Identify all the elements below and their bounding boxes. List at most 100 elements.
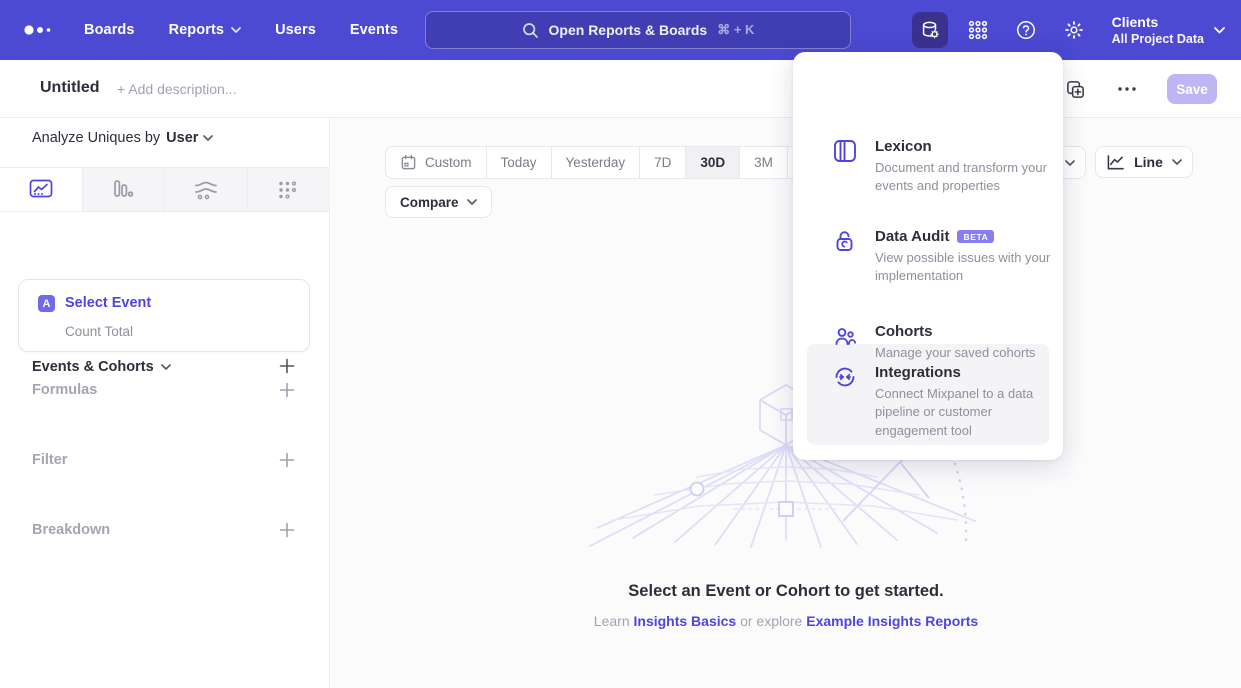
cohorts-description: Manage your saved cohorts: [875, 344, 1061, 362]
lexicon-icon: [832, 138, 858, 164]
report-title[interactable]: Untitled: [40, 79, 100, 97]
nav-item-reports[interactable]: Reports: [169, 22, 242, 38]
bar-chart-icon: [111, 179, 135, 201]
chart-type-label: Line: [1134, 154, 1163, 170]
events-cohorts-header[interactable]: Events & Cohorts: [32, 359, 171, 375]
menu-item-lexicon[interactable]: Lexicon Document and transform your even…: [793, 138, 1063, 196]
data-management-menu: Lexicon Document and transform your even…: [793, 52, 1063, 460]
plus-icon: [279, 382, 295, 398]
help-button[interactable]: [1008, 12, 1044, 48]
nav-item-boards[interactable]: Boards: [84, 22, 135, 38]
range-custom[interactable]: Custom: [386, 147, 487, 178]
duplicate-report-button[interactable]: [1063, 77, 1087, 101]
nav-links: Boards Reports Users Events: [84, 22, 398, 38]
formulas-label: Formulas: [32, 382, 97, 398]
cohorts-icon: [832, 323, 858, 349]
analyze-value-dropdown[interactable]: User: [166, 130, 213, 146]
menu-item-data-audit[interactable]: Data Audit BETA View possible issues with…: [793, 228, 1063, 286]
date-range-control: Custom Today Yesterday 7D 30D 3M 6M: [385, 146, 836, 179]
nav-item-users[interactable]: Users: [275, 22, 316, 38]
data-audit-title: Data Audit: [875, 228, 949, 245]
stacked-flow-icon: [193, 179, 219, 201]
tab-stacked-chart[interactable]: [164, 168, 247, 211]
nav-item-events-label: Events: [350, 22, 398, 38]
range-yesterday[interactable]: Yesterday: [552, 147, 641, 178]
integrations-description: Connect Mixpanel to a data pipeline or c…: [875, 385, 1061, 440]
project-name: All Project Data: [1112, 32, 1204, 46]
ellipsis-icon: [1118, 87, 1136, 91]
range-7d[interactable]: 7D: [640, 147, 686, 178]
mixpanel-logo-icon[interactable]: [22, 22, 56, 38]
learn-prefix: Learn: [594, 613, 634, 629]
compare-dropdown[interactable]: Compare: [385, 186, 492, 218]
integrations-title: Integrations: [875, 364, 961, 381]
range-7d-label: 7D: [654, 155, 671, 170]
tab-line-chart[interactable]: [0, 168, 82, 211]
range-yesterday-label: Yesterday: [566, 155, 626, 170]
tab-bar-chart[interactable]: [82, 168, 165, 211]
integrations-icon: [832, 364, 858, 390]
metric-grid-icon: [277, 179, 299, 201]
nav-item-users-label: Users: [275, 22, 316, 38]
search-placeholder: Open Reports & Boards: [549, 22, 708, 38]
more-options-button[interactable]: [1115, 77, 1139, 101]
cohorts-title: Cohorts: [875, 323, 933, 340]
calendar-icon: [400, 154, 417, 171]
empty-state-links: Learn Insights Basics or explore Example…: [331, 613, 1241, 629]
chevron-down-icon: [231, 27, 241, 33]
project-switcher[interactable]: Clients All Project Data: [1112, 14, 1225, 46]
nav-right-icons: Clients All Project Data: [912, 0, 1225, 60]
apps-grid-icon: [968, 20, 988, 40]
range-30d-label: 30D: [700, 155, 725, 170]
menu-item-cohorts[interactable]: Cohorts Manage your saved cohorts: [793, 323, 1063, 362]
add-filter-button[interactable]: [278, 451, 296, 469]
select-event-card[interactable]: A Select Event Count Total: [18, 279, 310, 352]
range-3m[interactable]: 3M: [740, 147, 788, 178]
events-cohorts-label: Events & Cohorts: [32, 359, 154, 375]
nav-item-reports-label: Reports: [169, 22, 225, 38]
insights-basics-link[interactable]: Insights Basics: [634, 613, 737, 629]
chevron-down-icon: [161, 364, 171, 370]
range-30d[interactable]: 30D: [686, 147, 740, 178]
range-custom-label: Custom: [425, 155, 472, 170]
apps-grid-button[interactable]: [960, 12, 996, 48]
tab-metric-grid[interactable]: [247, 168, 330, 211]
chart-type-dropdown[interactable]: Line: [1095, 146, 1193, 178]
nav-item-boards-label: Boards: [84, 22, 135, 38]
add-formula-button[interactable]: [278, 381, 296, 399]
query-builder-sidebar: Analyze Uniques by User: [0, 118, 330, 688]
beta-badge: BETA: [957, 230, 994, 243]
search-icon: [522, 22, 539, 39]
global-search-input[interactable]: Open Reports & Boards ⌘ + K: [425, 11, 851, 49]
compare-label: Compare: [400, 195, 459, 210]
chevron-down-icon: [1172, 159, 1182, 165]
settings-gear-icon: [1063, 19, 1085, 41]
plus-icon: [279, 452, 295, 468]
select-event-label[interactable]: Select Event: [65, 295, 151, 311]
range-today[interactable]: Today: [487, 147, 552, 178]
data-management-button[interactable]: [912, 12, 948, 48]
header-actions: Save: [1063, 60, 1217, 118]
count-total-label[interactable]: Count Total: [65, 324, 133, 339]
chart-type-tabs: [0, 167, 329, 212]
add-event-button[interactable]: [278, 357, 296, 375]
analyze-label: Analyze Uniques by: [32, 130, 160, 146]
help-icon: [1015, 19, 1037, 41]
menu-item-integrations[interactable]: Integrations Connect Mixpanel to a data …: [793, 364, 1063, 440]
save-button[interactable]: Save: [1167, 74, 1217, 104]
range-today-label: Today: [501, 155, 537, 170]
report-description-placeholder[interactable]: + Add description...: [117, 81, 236, 97]
nav-item-events[interactable]: Events: [350, 22, 398, 38]
lexicon-title: Lexicon: [875, 138, 932, 155]
search-shortcut: ⌘ + K: [717, 22, 754, 38]
mixpanel-insights-page: Boards Reports Users Events Open Reports…: [0, 0, 1241, 688]
data-audit-description: View possible issues with your implement…: [875, 249, 1061, 286]
chevron-down-icon: [1214, 27, 1225, 34]
org-name: Clients: [1112, 14, 1204, 32]
settings-button[interactable]: [1056, 12, 1092, 48]
add-breakdown-button[interactable]: [278, 521, 296, 539]
example-insights-reports-link[interactable]: Example Insights Reports: [806, 613, 978, 629]
top-nav: Boards Reports Users Events Open Reports…: [0, 0, 1241, 60]
chevron-down-icon: [1065, 160, 1075, 166]
or-explore-text: or explore: [736, 613, 806, 629]
